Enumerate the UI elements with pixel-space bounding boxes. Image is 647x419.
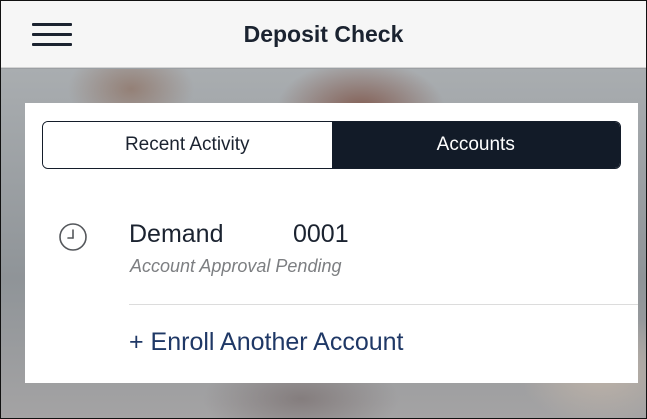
tab-recent-activity[interactable]: Recent Activity: [43, 122, 332, 168]
menu-line: [32, 33, 72, 36]
top-navigation-bar: Deposit Check: [1, 1, 646, 68]
menu-line: [32, 23, 72, 26]
tab-accounts[interactable]: Accounts: [331, 122, 620, 168]
clock-icon: [59, 223, 87, 251]
account-name[interactable]: Demand: [129, 220, 224, 249]
account-status: Account Approval Pending: [130, 256, 342, 276]
app-frame: Deposit Check Recent Activity Accounts D…: [0, 0, 647, 419]
segmented-control: Recent Activity Accounts: [42, 121, 621, 169]
enroll-account-link[interactable]: + Enroll Another Account: [129, 328, 404, 357]
divider: [129, 304, 638, 305]
account-number[interactable]: 0001: [293, 220, 349, 249]
page-title: Deposit Check: [243, 21, 404, 47]
accounts-card: Recent Activity Accounts Demand 0001 Acc…: [25, 103, 638, 383]
menu-line: [32, 43, 72, 46]
hamburger-menu-icon[interactable]: [32, 21, 72, 49]
